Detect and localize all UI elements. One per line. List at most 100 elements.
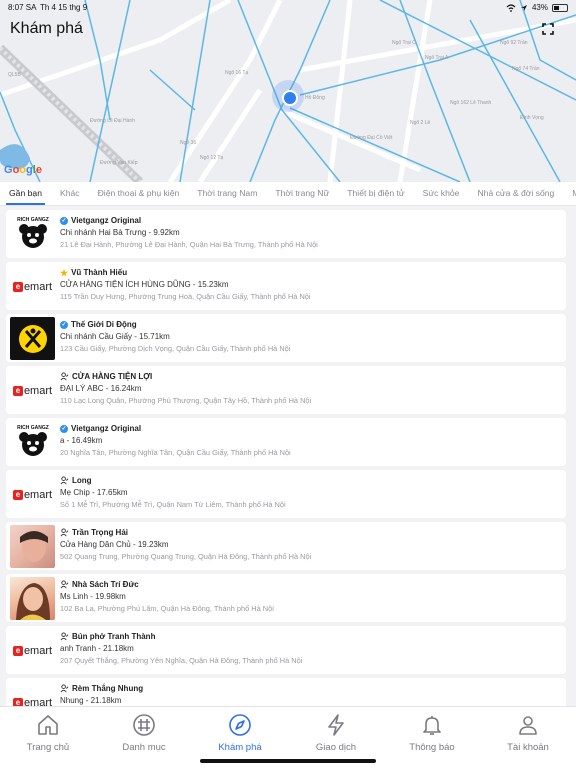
emart-logo: e emart (10, 265, 55, 308)
nav-account[interactable]: Tài khoản (480, 707, 576, 768)
store-card[interactable]: e emart CỬA HÀNG TIỆN LỢI ĐẠI LÝ ABC - 16… (6, 366, 566, 414)
store-card[interactable]: e emart Bún phở Tranh Thành anh Tranh - 2… (6, 626, 566, 674)
nav-label: Thông báo (409, 742, 455, 753)
star-badge-icon: ★ (60, 267, 69, 278)
emart-logo: e emart (10, 369, 55, 412)
status-time: 8:07 SA (8, 3, 37, 12)
nav-label: Giao dịch (315, 742, 357, 753)
user-badge-icon (60, 476, 69, 485)
store-branch-distance: Chi nhánh Cầu Giấy - 15.71km (60, 332, 170, 341)
store-branch-distance: a - 16.49km (60, 436, 103, 445)
bear-logo-text: RICH GANGZ (17, 217, 49, 223)
street-label: Ngõ 12 Tạ (200, 155, 224, 161)
tab-mens-fashion[interactable]: Thời trang Nam (188, 182, 266, 205)
fullscreen-icon[interactable] (542, 23, 554, 35)
store-name: Vietgangz Original (71, 216, 142, 225)
tab-other[interactable]: Khác (51, 182, 89, 205)
nav-label: Danh mục (122, 742, 166, 753)
user-badge-icon (60, 632, 69, 641)
emart-logo-text: emart (23, 644, 53, 657)
store-address: 20 Nghĩa Tân, Phường Nghĩa Tân, Quận Cầu… (60, 448, 291, 457)
tab-womens-fashion[interactable]: Thời trang Nữ (266, 182, 338, 205)
store-address: 207 Quyết Thắng, Phường Yên Nghĩa, Quận … (60, 656, 303, 665)
street-label: QL5B (8, 72, 21, 78)
store-name: Thế Giới Di Động (71, 320, 137, 329)
store-branch-distance: CỬA HÀNG TIỆN ÍCH HÙNG DŨNG - 15.23km (60, 280, 229, 289)
tab-health[interactable]: Sức khỏe (414, 182, 469, 205)
street-label: Ngõ 74 Trần (512, 66, 540, 72)
store-name: Vietgangz Original (71, 424, 142, 433)
bear-logo-text: RICH GANGZ (17, 425, 49, 431)
store-card[interactable]: e emart Long Mẹ Chip - 17.65km Số 1 Mễ Tr… (6, 470, 566, 518)
category-tabs: Gần bạn Khác Điện thoại & phụ kiện Thời … (0, 182, 576, 206)
emart-logo-text: emart (23, 280, 53, 293)
bell-icon (423, 716, 441, 735)
emart-logo-text: emart (23, 384, 53, 397)
store-branch-distance: Chi nhánh Hai Bà Trưng - 9.92km (60, 228, 180, 237)
map-view[interactable]: 8:07 SA Th 4 15 thg 9 43% Khám phá Ngõ T… (0, 0, 576, 182)
store-name: Vũ Thành Hiếu (71, 268, 128, 277)
emart-logo-text: emart (23, 488, 53, 501)
tab-mom-baby[interactable]: Mẹ (563, 182, 576, 205)
bear-logo: RICH GANGZ (10, 421, 55, 464)
nav-label: Tài khoản (507, 742, 549, 753)
nav-notifications[interactable]: Thông báo (384, 707, 480, 768)
verified-badge-icon: ✓ (60, 216, 68, 225)
nav-categories[interactable]: Danh mục (96, 707, 192, 768)
street-label: Đường Đại Cồ Việt (350, 135, 393, 141)
street-label: Ngõ Trại C (392, 40, 416, 46)
store-branch-distance: Cửa Hàng Dân Chủ - 19.23km (60, 540, 169, 549)
nav-home[interactable]: Trang chủ (0, 707, 96, 768)
compass-icon (229, 714, 251, 736)
status-date: Th 4 15 thg 9 (40, 3, 88, 12)
emart-logo: e emart (10, 629, 55, 672)
store-branch-distance: ĐẠI LÝ ABC - 16.24km (60, 384, 142, 393)
store-name: Rèm Thắng Nhung (72, 684, 144, 693)
home-indicator (200, 759, 376, 763)
street-label: Ngõ 2 Lê (410, 120, 431, 126)
store-name: Trần Trọng Hải (72, 528, 129, 537)
tab-home-living[interactable]: Nhà cửa & đời sống (468, 182, 563, 205)
store-list: RICH GANGZ ✓ Vietgangz Original Chi nhánh… (6, 210, 566, 710)
street-label: Ngõ Trại A (425, 55, 449, 61)
home-icon (38, 715, 58, 735)
status-right: 43% (506, 3, 568, 12)
user-badge-icon (60, 528, 69, 537)
store-avatar-photo (10, 577, 55, 620)
nav-label: Khám phá (218, 742, 262, 753)
verified-badge-icon: ✓ (60, 320, 68, 329)
tab-electronics[interactable]: Thiết bị điện tử (338, 182, 413, 205)
bear-logo: RICH GANGZ (10, 213, 55, 256)
tab-near-you[interactable]: Gần bạn (0, 182, 51, 205)
store-card[interactable]: e emart ★ Vũ Thành Hiếu CỬA HÀNG TIỆN ÍCH … (6, 262, 566, 310)
lightning-icon (328, 714, 344, 736)
store-card[interactable]: Nhà Sách Trí Đức Ms Linh - 19.98km 102 B… (6, 574, 566, 622)
street-label: Đường Lê Đại Hành (90, 118, 135, 124)
user-badge-icon (60, 580, 69, 589)
user-badge-icon (60, 684, 69, 693)
store-name: Long (72, 476, 92, 485)
street-label: Ngõ 36 (180, 140, 197, 146)
google-logo: Google (4, 164, 42, 176)
street-label: Ngõ 162 Lê Thanh (450, 100, 492, 106)
store-branch-distance: Ms Linh - 19.98km (60, 592, 126, 601)
store-address: Số 1 Mễ Trì, Phường Mễ Trì, Quận Nam Từ … (60, 500, 286, 509)
current-location-marker (272, 80, 304, 112)
store-name: Bún phở Tranh Thành (72, 632, 156, 641)
street-label: Hồ Đông (305, 95, 325, 101)
store-card[interactable]: RICH GANGZ ✓ Vietgangz Original Chi nhánh… (6, 210, 566, 258)
store-branch-distance: anh Tranh - 21.18km (60, 644, 134, 653)
battery-icon (552, 3, 568, 12)
store-card[interactable]: RICH GANGZ ✓ Vietgangz Original a - 16.49… (6, 418, 566, 466)
store-address: 123 Cầu Giấy, Phường Dịch Vọng, Quận Cầu… (60, 344, 291, 353)
page-title: Khám phá (10, 20, 83, 37)
store-card[interactable]: Trần Trọng Hải Cửa Hàng Dân Chủ - 19.23k… (6, 522, 566, 570)
store-address: 110 Lạc Long Quân, Phường Phú Thượng, Qu… (60, 396, 312, 405)
location-arrow-icon (520, 4, 527, 11)
tab-phones-accessories[interactable]: Điện thoại & phụ kiện (89, 182, 189, 205)
street-label: Đường Vạn Kiếp (100, 160, 138, 166)
store-card[interactable]: ✓ Thế Giới Di Động Chi nhánh Cầu Giấy - 1… (6, 314, 566, 362)
street-label: Ngõ 16 Tạ (225, 70, 249, 76)
store-address: 21 Lê Đại Hành, Phường Lê Đại Hành, Quận… (60, 240, 318, 249)
store-branch-distance: Nhung - 21.18km (60, 696, 122, 705)
